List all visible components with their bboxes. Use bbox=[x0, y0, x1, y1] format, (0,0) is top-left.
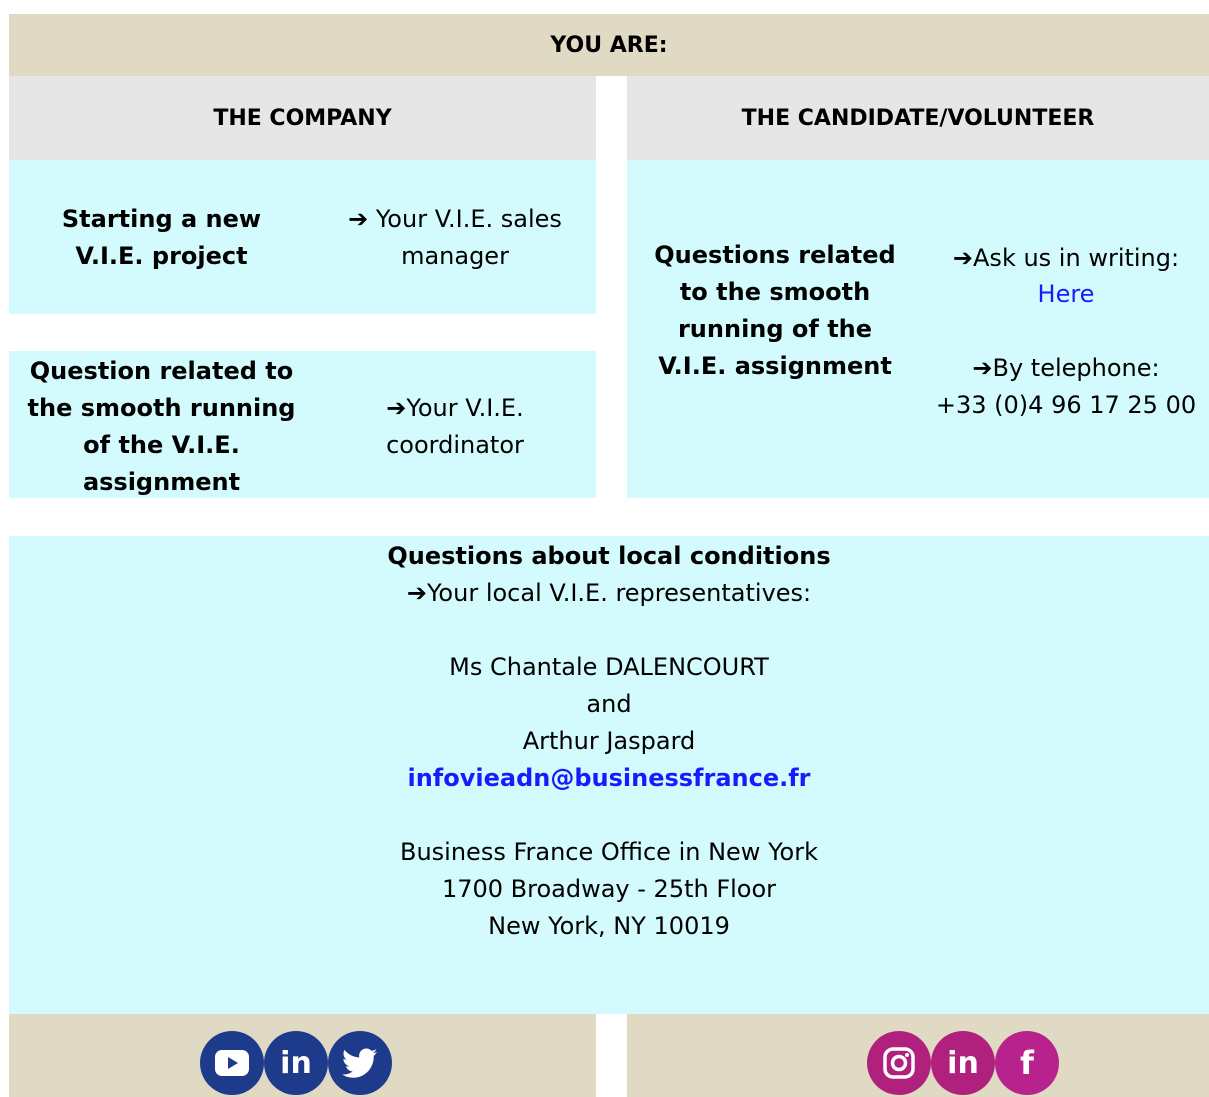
phone-number: +33 (0)4 96 17 25 00 bbox=[935, 391, 1197, 419]
smooth-running-topic: Question related to the smooth running o… bbox=[27, 357, 296, 496]
candidate-writing-contact: ➔Ask us in writing: Here bbox=[952, 244, 1180, 308]
facebook-icon[interactable]: f bbox=[995, 1031, 1059, 1095]
arrow-icon: ➔ bbox=[348, 205, 369, 233]
linkedin-icon[interactable]: in bbox=[931, 1031, 995, 1095]
you-are-title: YOU ARE: bbox=[550, 32, 668, 58]
rep-2: Arthur Jaspard bbox=[522, 727, 696, 755]
candidate-header: THE CANDIDATE/VOLUNTEER bbox=[627, 76, 1209, 160]
office-line-1: Business France Office in New York bbox=[400, 838, 818, 866]
you-are-banner: YOU ARE: bbox=[9, 14, 1209, 76]
local-conditions-block: Questions about local conditions ➔Your l… bbox=[9, 536, 1209, 1014]
email-link[interactable]: infovieadn@businessfrance.fr bbox=[407, 764, 810, 792]
arrow-icon: ➔ bbox=[952, 244, 974, 272]
candidate-topic: Questions related to the smooth running … bbox=[654, 241, 896, 380]
candidate-title: THE CANDIDATE/VOLUNTEER bbox=[741, 105, 1095, 131]
company-row-smooth-running: Question related to the smooth running o… bbox=[9, 351, 596, 498]
linkedin-icon[interactable]: in bbox=[264, 1031, 328, 1095]
office-line-2: 1700 Broadway - 25th Floor bbox=[441, 875, 777, 903]
twitter-icon[interactable] bbox=[328, 1031, 392, 1095]
here-link[interactable]: Here bbox=[1038, 280, 1095, 308]
social-icons-left: in bbox=[200, 1031, 392, 1095]
arrow-icon: ➔ bbox=[972, 354, 993, 382]
rep-1: Ms Chantale DALENCOURT bbox=[449, 653, 769, 681]
social-icons-right: in f bbox=[867, 1031, 1059, 1095]
company-title: THE COMPANY bbox=[213, 105, 392, 131]
youtube-icon[interactable] bbox=[200, 1031, 264, 1095]
candidate-phone-contact: ➔By telephone: +33 (0)4 96 17 25 00 bbox=[923, 350, 1209, 424]
local-conditions-title: Questions about local conditions bbox=[387, 542, 831, 570]
company-row-new-project: Starting a new V.I.E. project ➔ Your V.I… bbox=[9, 160, 596, 314]
company-header: THE COMPANY bbox=[9, 76, 596, 160]
new-project-topic: Starting a new V.I.E. project bbox=[61, 205, 262, 270]
arrow-icon: ➔ bbox=[386, 394, 407, 422]
social-bar-left: in bbox=[9, 1014, 596, 1097]
local-subtitle: Your local V.I.E. representatives: bbox=[426, 579, 812, 607]
social-bar-right: in f bbox=[627, 1014, 1209, 1097]
coordinator-contact: ➔Your V.I.E. coordinator bbox=[386, 394, 524, 459]
candidate-block: Questions related to the smooth running … bbox=[627, 160, 1209, 498]
rep-and: and bbox=[586, 690, 632, 718]
instagram-icon[interactable] bbox=[867, 1031, 931, 1095]
arrow-icon: ➔ bbox=[406, 579, 427, 607]
office-line-3: New York, NY 10019 bbox=[488, 912, 730, 940]
local-conditions-content: Questions about local conditions ➔Your l… bbox=[9, 538, 1209, 945]
sales-manager-contact: ➔ Your V.I.E. sales manager bbox=[348, 205, 562, 270]
